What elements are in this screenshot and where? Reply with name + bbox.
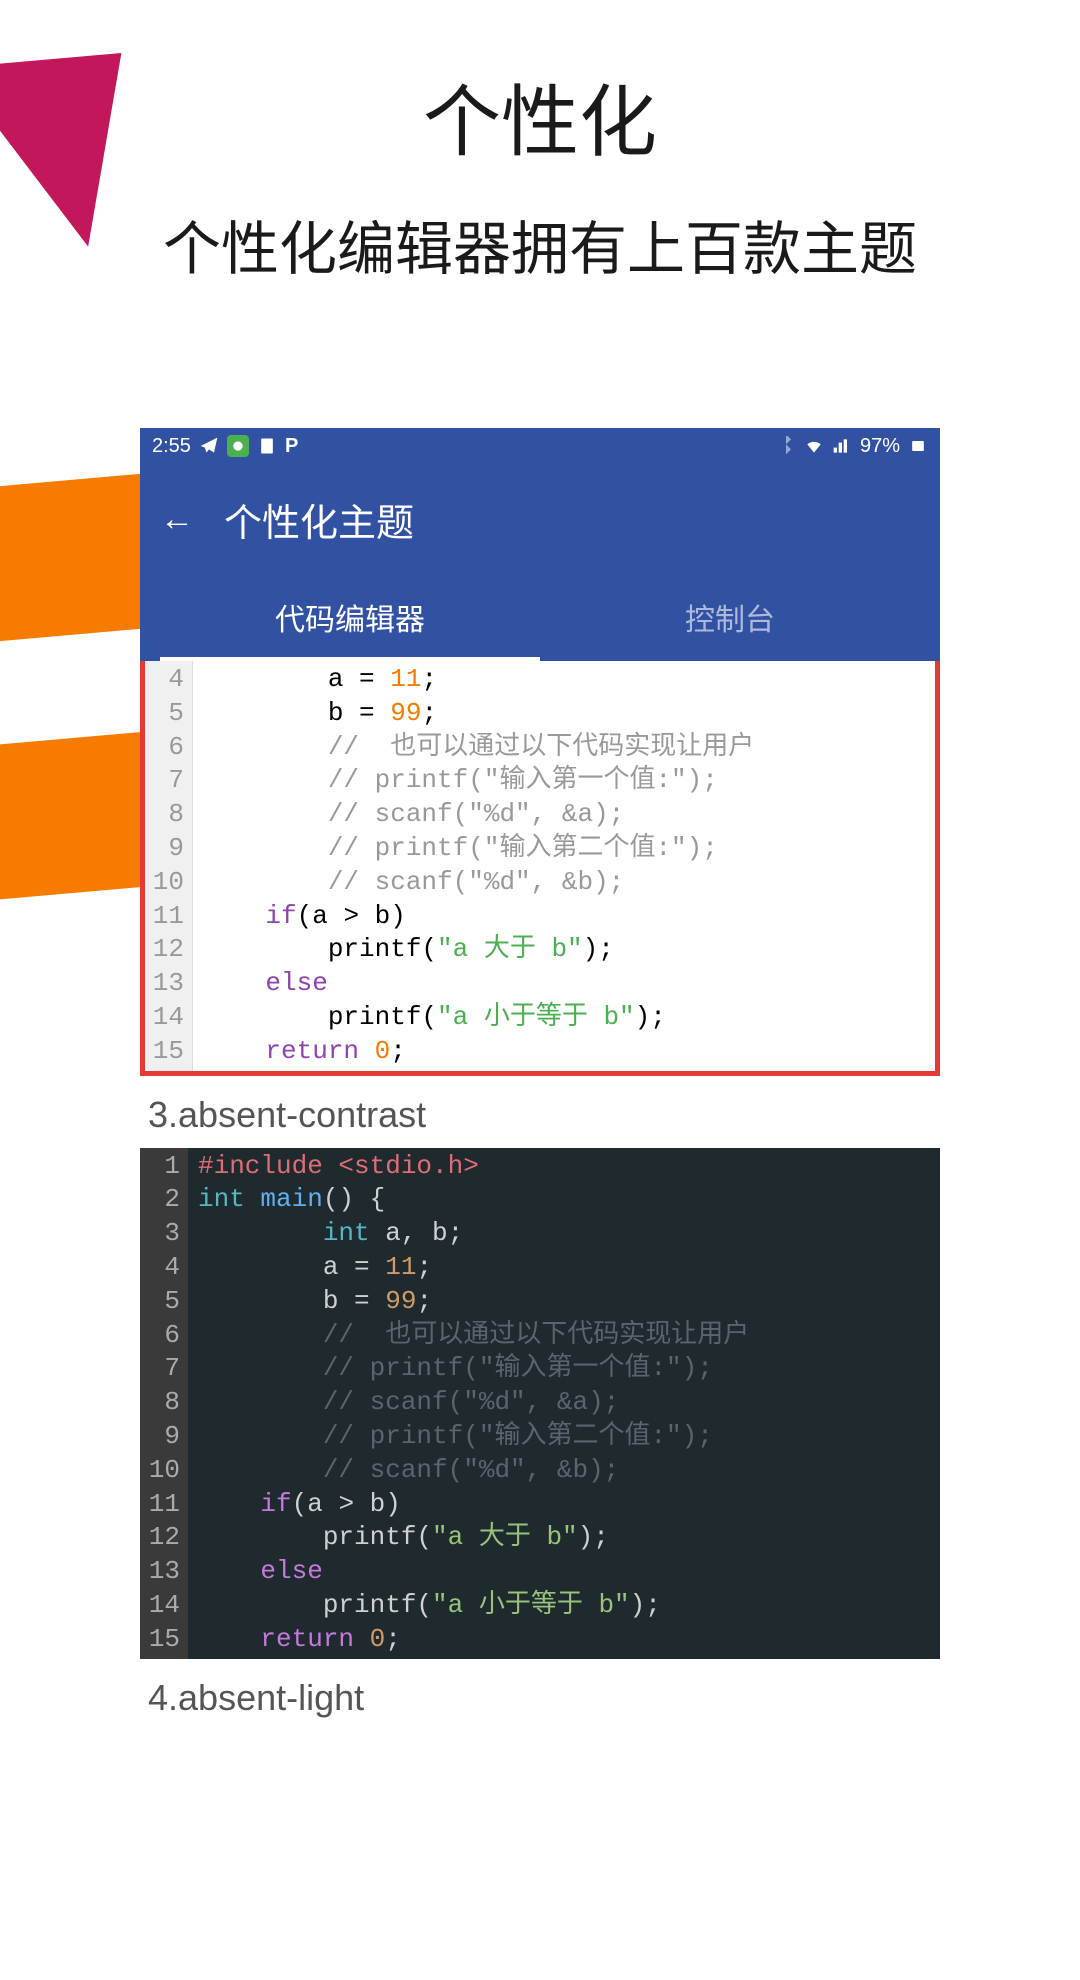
signal-icon: [832, 436, 852, 456]
tabs: 代码编辑器 控制台: [160, 577, 920, 661]
app-bar-title: 个性化主题: [224, 492, 414, 547]
telegram-icon: [199, 436, 219, 456]
status-bar: 2:55 P 97%: [140, 428, 940, 464]
battery-icon: [908, 436, 928, 456]
theme-label-3: 3.absent-contrast: [148, 1094, 940, 1136]
code-preview-dark[interactable]: 123456789101112131415 #include <stdio.h>…: [140, 1148, 940, 1659]
tab-code-editor[interactable]: 代码编辑器: [160, 577, 540, 661]
wifi-icon: [804, 436, 824, 456]
decorative-triangle: [0, 53, 138, 257]
app-bar: ← 个性化主题 代码编辑器 控制台: [140, 464, 940, 661]
status-time: 2:55: [152, 435, 191, 458]
page-subtitle: 个性化编辑器拥有上百款主题: [0, 202, 1080, 286]
code-content: a = 11; b = 99; // 也可以通过以下代码实现让用户 // pri…: [193, 661, 935, 1071]
decorative-bar-2: [0, 731, 150, 903]
doc-icon: [257, 436, 277, 456]
back-button[interactable]: ←: [160, 500, 194, 539]
tab-console[interactable]: 控制台: [540, 577, 920, 661]
code-preview-light[interactable]: 456789101112131415 a = 11; b = 99; // 也可…: [140, 661, 940, 1076]
code-content: #include <stdio.h>int main() { int a, b;…: [188, 1148, 940, 1659]
theme-label-4: 4.absent-light: [148, 1677, 940, 1719]
page-title: 个性化: [0, 60, 1080, 172]
line-gutter: 456789101112131415: [145, 661, 193, 1071]
bluetooth-icon: [776, 436, 796, 456]
app-icon: [227, 435, 249, 457]
p-icon: P: [285, 435, 298, 458]
phone-mockup: 2:55 P 97% ← 个性化主题 代码编辑器 控制台 45678910111…: [140, 428, 940, 1731]
battery-percent: 97%: [860, 435, 900, 458]
line-gutter: 123456789101112131415: [140, 1148, 188, 1659]
